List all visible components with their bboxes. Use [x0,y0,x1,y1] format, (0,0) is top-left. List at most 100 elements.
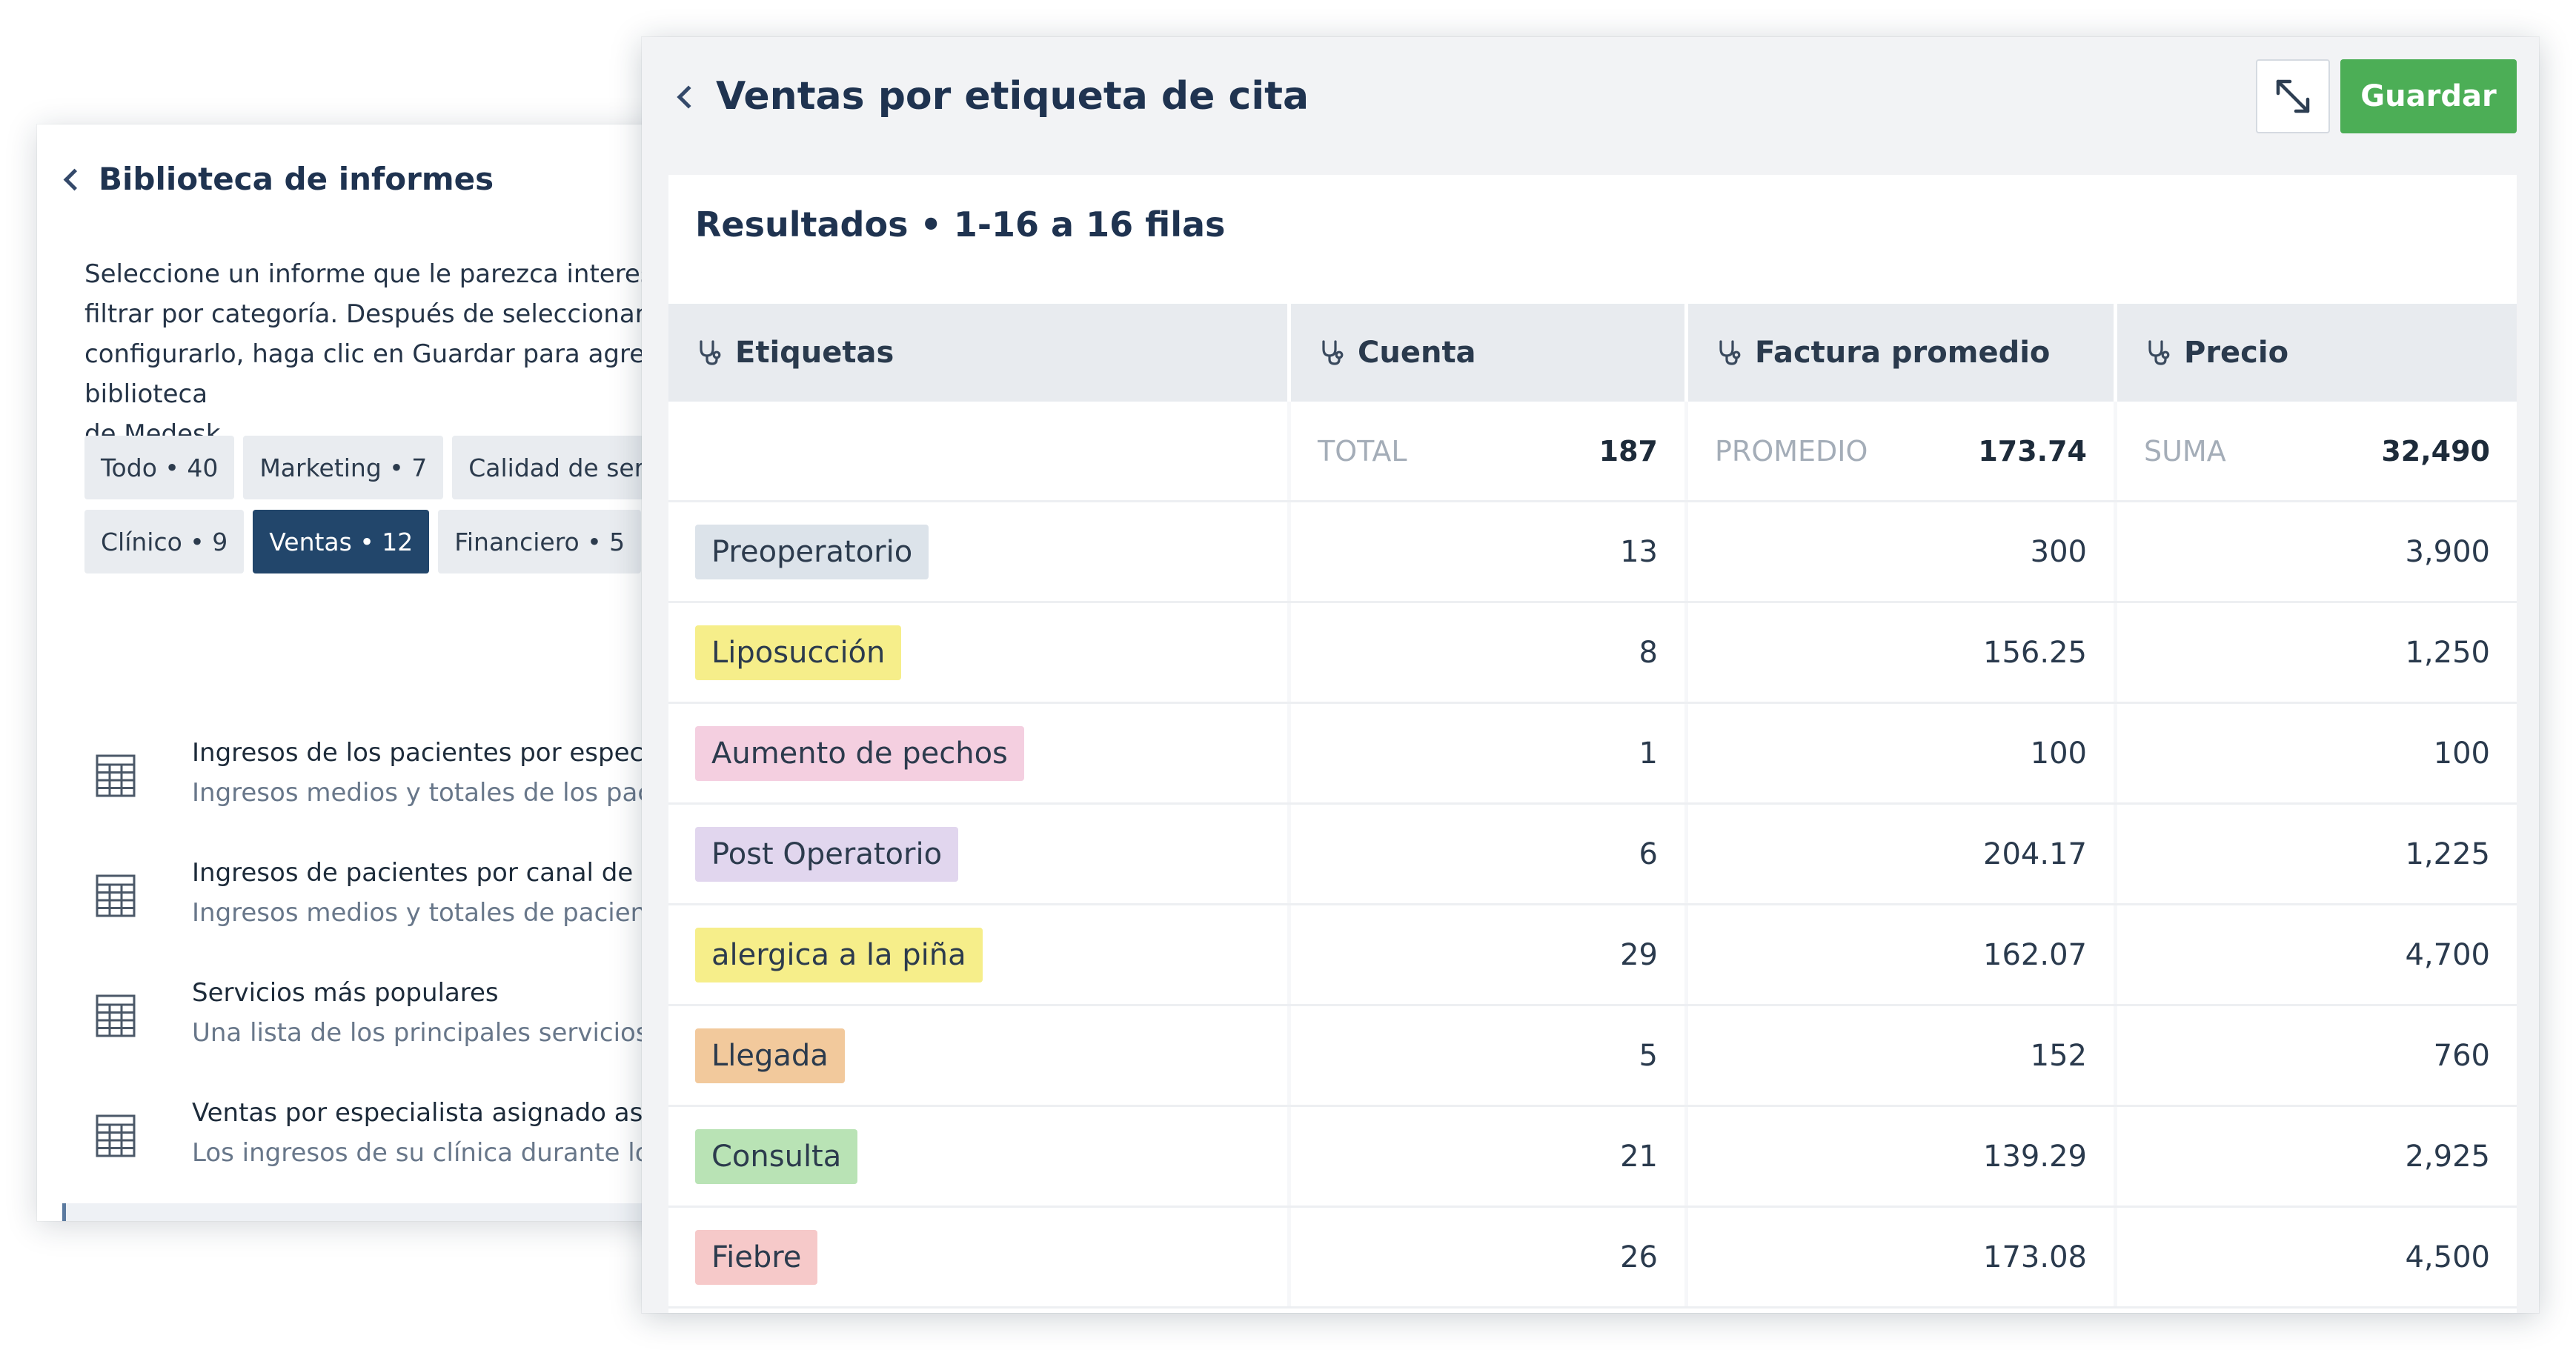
report-list-item[interactable]: Servicios más populares Una lista de los … [62,963,689,1074]
average-invoice-cell: 100 [1688,704,2117,802]
report-header: Ventas por etiqueta de cita [677,67,1309,126]
count-value: 26 [1620,1240,1658,1274]
column-header-precio[interactable]: Precio [2117,304,2517,402]
count-value: 5 [1639,1038,1658,1073]
table-header-row: Etiquetas Cuenta Factura promedio Precio [668,304,2517,402]
table-icon [96,874,136,917]
report-list: Ingresos de los pacientes por especialid… [62,723,689,1221]
report-panel: Ventas por etiqueta de cita Guardar Resu… [642,37,2539,1313]
tag-cell: Llegada [668,1006,1291,1105]
appointment-tag-badge: alergica a la piña [695,927,983,982]
report-item-title: Servicios más populares [192,978,499,1008]
report-item-title: Ingresos de pacientes por canal de adqui… [192,858,689,888]
table-icon [96,754,136,797]
tag-cell: alergica a la piña [668,905,1291,1004]
count-value: 8 [1639,635,1658,670]
category-filter-chip[interactable]: Todo • 40 [84,436,235,499]
column-header-etiquetas[interactable]: Etiquetas [668,304,1291,402]
appointment-tag-badge: Consulta [695,1128,858,1184]
report-list-item[interactable]: Ingresos de pacientes por canal de adqui… [62,843,689,954]
library-title: Biblioteca de informes [99,160,494,197]
report-list-item[interactable]: Ventas por especialista asignado asignad… [62,1083,689,1194]
stethoscope-icon [2144,338,2174,368]
total-label: TOTAL [1318,434,1407,468]
category-filter-chip[interactable]: Marketing • 7 [243,436,444,499]
count-cell: 6 [1291,805,1688,903]
category-filter-chip[interactable]: Clínico • 9 [84,510,245,573]
table-row: Fiebre 26 173.08 4,500 [668,1208,2517,1309]
average-invoice-cell: PROMEDIO 173.74 [1688,402,2117,500]
tag-cell: Aumento de pechos [668,704,1291,802]
library-header[interactable]: Biblioteca de informes [63,145,494,212]
count-value: 6 [1639,837,1658,871]
price-value: 760 [2433,1038,2490,1073]
count-cell: 29 [1291,905,1688,1004]
price-sum-cell: SUMA 32,490 [2117,402,2517,500]
column-header-label: Precio [2184,336,2289,370]
price-cell: 2,925 [2117,1107,2517,1206]
total-count-value: 187 [1599,434,1658,468]
column-header-cuenta[interactable]: Cuenta [1291,304,1688,402]
appointment-tag-badge: Liposucción [695,625,902,680]
category-filter-chip[interactable]: Financiero • 5 [438,510,642,573]
report-item-title: Ventas por especialista asignado asignad… [192,1098,689,1128]
price-value: 1,250 [2405,635,2490,670]
count-cell: 26 [1291,1208,1688,1306]
average-label: PROMEDIO [1715,434,1868,468]
average-invoice-value: 300 [2030,534,2087,569]
price-cell: 100 [2117,704,2517,802]
table-icon [96,1114,136,1157]
price-cell: 760 [2117,1006,2517,1105]
average-invoice-cell: 139.29 [1688,1107,2117,1206]
average-invoice-cell: 300 [1688,502,2117,601]
count-cell: 21 [1291,1107,1688,1206]
appointment-tag-badge: Post Operatorio [695,826,959,882]
expand-arrows-icon [2276,79,2310,113]
price-value: 3,900 [2405,534,2490,569]
average-invoice-cell: 173.08 [1688,1208,2117,1306]
average-invoice-value: 156.25 [1983,635,2087,670]
count-cell: 8 [1291,603,1688,702]
back-chevron-icon[interactable] [677,85,700,109]
price-value: 2,925 [2405,1139,2490,1174]
price-cell: 1,225 [2117,805,2517,903]
table-icon [96,994,136,1037]
column-header-label: Factura promedio [1755,336,2051,370]
stethoscope-icon [1318,338,1347,368]
tag-cell: Consulta [668,1107,1291,1206]
count-value: 1 [1639,736,1658,771]
report-item-description: Ingresos medios y totales de los pacient… [192,778,689,808]
column-header-label: Cuenta [1358,336,1476,370]
category-filter-chip[interactable]: Ventas • 12 [253,510,430,573]
column-header-label: Etiquetas [735,336,894,370]
table-row: Llegada 5 152 760 [668,1006,2517,1107]
average-invoice-value: 162.07 [1983,937,2087,972]
table-body: Preoperatorio 13 300 3,900 Liposucción 8 156.2… [668,502,2517,1309]
save-button[interactable]: Guardar [2340,59,2517,133]
price-cell: 4,700 [2117,905,2517,1004]
count-cell: 5 [1291,1006,1688,1105]
report-item-title: Ingresos de los pacientes por especialid… [192,738,689,768]
library-description: Seleccione un informe que le parezca int… [84,259,689,449]
appointment-tag-badge: Preoperatorio [695,524,929,579]
expand-button[interactable] [2256,59,2330,133]
report-list-item[interactable]: Ventas por etiqueta de citaLos ingresos … [62,1203,689,1221]
count-cell: 1 [1291,704,1688,802]
price-cell: 4,500 [2117,1208,2517,1306]
report-list-item[interactable]: Ingresos de los pacientes por especialid… [62,723,689,834]
count-value: 29 [1620,937,1658,972]
average-invoice-cell: 156.25 [1688,603,2117,702]
report-title: Ventas por etiqueta de cita [716,74,1309,119]
results-table: Etiquetas Cuenta Factura promedio Precio… [668,304,2517,1309]
column-header-factura-promedio[interactable]: Factura promedio [1688,304,2117,402]
average-invoice-value: 100 [2030,736,2087,771]
appointment-tag-badge: Llegada [695,1028,845,1083]
stethoscope-icon [695,338,725,368]
report-item-description: Ingresos medios y totales de pacientes p… [192,898,689,928]
appointment-tag-badge: Aumento de pechos [695,725,1024,781]
back-chevron-icon[interactable] [63,168,86,190]
table-row: Aumento de pechos 1 100 100 [668,704,2517,805]
table-row: Post Operatorio 6 204.17 1,225 [668,805,2517,905]
totals-empty-cell [668,402,1291,500]
count-value: 13 [1620,534,1658,569]
